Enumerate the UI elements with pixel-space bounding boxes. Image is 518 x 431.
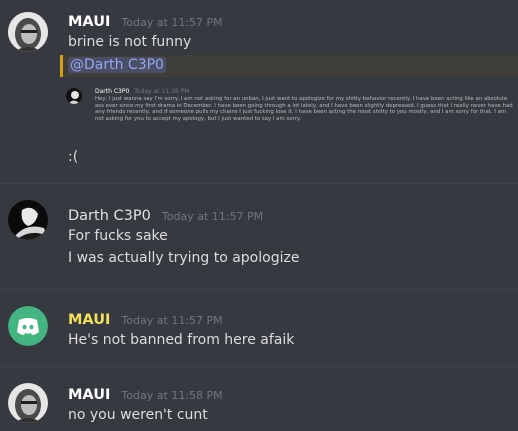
username[interactable]: MAUI	[68, 312, 110, 328]
mention-highlight: @Darth C3P0	[60, 55, 518, 77]
message-group: MAUI Today at 11:57 PM He's not banned f…	[0, 290, 518, 366]
username[interactable]: MAUI	[68, 14, 110, 30]
embed-username-line: Darth C3P0 Today at 11:38 PM	[95, 88, 189, 95]
message-header: MAUI Today at 11:57 PM	[68, 11, 223, 30]
message-text: He's not banned from here afaik	[68, 332, 295, 348]
user-avatar[interactable]	[8, 200, 48, 240]
message-text: :(	[68, 149, 79, 165]
user-avatar[interactable]	[8, 383, 48, 423]
message-group: MAUI Today at 11:58 PM no you weren't cu…	[0, 367, 518, 431]
user-avatar[interactable]	[8, 12, 48, 52]
message-text: no you weren't cunt	[68, 407, 208, 423]
embed-avatar	[66, 88, 82, 104]
timestamp: Today at 11:57 PM	[121, 16, 223, 29]
embed-text: Hey, I just wanna say I'm sorry. I am no…	[95, 96, 513, 122]
message-header: MAUI Today at 11:57 PM	[68, 309, 223, 328]
dark-silhouette-icon	[8, 200, 48, 240]
message-text: I was actually trying to apologize	[68, 250, 300, 266]
portrait-icon	[8, 12, 48, 52]
message-group: Darth C3P0 Today at 11:57 PM For fucks s…	[0, 184, 518, 289]
user-mention[interactable]: @Darth C3P0	[68, 57, 166, 73]
message-header: MAUI Today at 11:58 PM	[68, 384, 223, 403]
user-avatar[interactable]	[8, 306, 48, 346]
username[interactable]: MAUI	[68, 387, 110, 403]
message-text: For fucks sake	[68, 228, 168, 244]
message-text: brine is not funny	[68, 34, 192, 50]
discord-logo-icon	[8, 306, 48, 346]
timestamp: Today at 11:58 PM	[121, 389, 223, 402]
username[interactable]: Darth C3P0	[68, 208, 151, 224]
timestamp: Today at 11:57 PM	[161, 210, 264, 223]
message-group: MAUI Today at 11:57 PM brine is not funn…	[0, 0, 518, 183]
chat-log: MAUI Today at 11:57 PM brine is not funn…	[0, 0, 518, 431]
timestamp: Today at 11:57 PM	[121, 314, 223, 327]
embed-timestamp: Today at 11:38 PM	[134, 88, 190, 95]
silhouette-icon	[66, 88, 82, 104]
embed-username: Darth C3P0	[95, 88, 130, 95]
quoted-message-image[interactable]: Darth C3P0 Today at 11:38 PM Hey, I just…	[60, 82, 518, 142]
portrait-icon	[8, 383, 48, 423]
message-header: Darth C3P0 Today at 11:57 PM	[68, 205, 263, 224]
mention-bar	[60, 55, 63, 77]
